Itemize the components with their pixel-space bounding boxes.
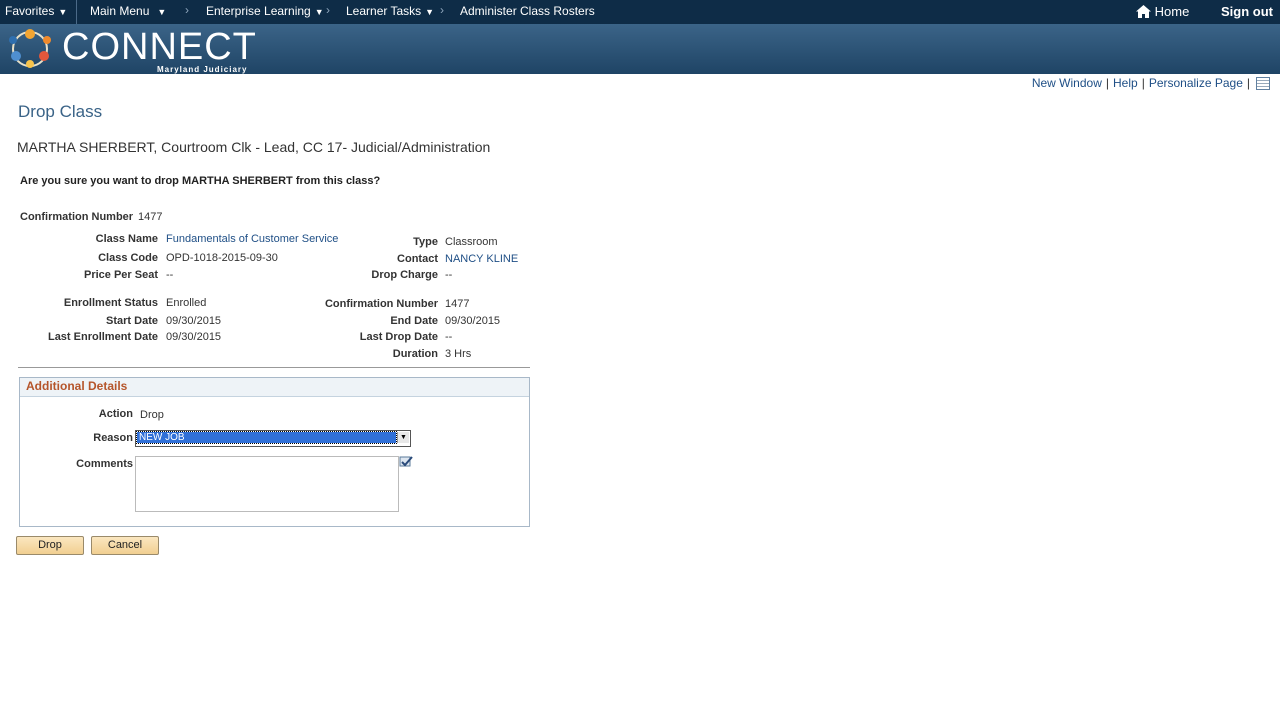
drop-charge-label: Drop Charge	[371, 269, 438, 281]
price-per-seat-value: --	[166, 269, 174, 281]
chevron-right-icon: ›	[440, 3, 444, 17]
drop-button[interactable]: Drop	[16, 536, 84, 555]
spell-check-icon[interactable]	[399, 455, 413, 469]
duration-label: Duration	[392, 348, 438, 360]
page-links: New Window | Help | Personalize Page |	[1032, 76, 1270, 91]
breadcrumb-enterprise-learning[interactable]: Enterprise Learning ▼	[206, 4, 324, 18]
new-window-link[interactable]: New Window	[1032, 76, 1102, 90]
dropdown-arrow-icon[interactable]: ▼	[397, 432, 409, 443]
main-menu[interactable]: Main Menu ▼	[90, 4, 166, 18]
comments-label: Comments	[76, 458, 133, 470]
drop-charge-value: --	[445, 269, 453, 281]
class-name-label: Class Name	[95, 233, 158, 245]
breadcrumb-administer-class-rosters[interactable]: Administer Class Rosters	[460, 4, 595, 18]
main-menu-label: Main Menu	[90, 4, 150, 18]
contact-link[interactable]: NANCY KLINE	[445, 253, 518, 265]
chevron-right-icon: ›	[326, 3, 330, 17]
start-date-label: Start Date	[106, 315, 158, 327]
class-code-value: OPD-1018-2015-09-30	[166, 252, 278, 264]
chevron-down-icon: ▼	[58, 7, 68, 17]
favorites-label: Favorites	[5, 4, 55, 18]
enrollment-status-label: Enrollment Status	[63, 297, 158, 309]
help-link[interactable]: Help	[1113, 76, 1138, 90]
link-separator: |	[1246, 76, 1250, 90]
confirmation-number-label-2: Confirmation Number	[324, 298, 438, 310]
last-drop-date-value: --	[445, 331, 453, 343]
class-name-link[interactable]: Fundamentals of Customer Service	[166, 233, 338, 245]
additional-details-heading: Additional Details	[20, 378, 529, 397]
last-enrollment-date-value: 09/30/2015	[166, 331, 222, 343]
sign-out-link[interactable]: Sign out	[1221, 4, 1273, 19]
chevron-down-icon: ▼	[425, 7, 435, 17]
action-value: Drop	[140, 409, 164, 421]
breadcrumb-learner-tasks[interactable]: Learner Tasks ▼	[346, 4, 434, 18]
last-drop-date-label: Last Drop Date	[359, 331, 438, 343]
chevron-down-icon: ▼	[314, 7, 324, 17]
contact-label: Contact	[397, 253, 438, 265]
connect-logo-icon	[9, 29, 51, 68]
end-date-value: 09/30/2015	[445, 315, 501, 327]
reason-selected-value: NEW JOB	[136, 431, 397, 444]
end-date-label: End Date	[390, 315, 438, 327]
personalize-page-link[interactable]: Personalize Page	[1149, 76, 1243, 90]
class-code-label: Class Code	[98, 252, 158, 264]
home-icon	[1136, 5, 1151, 18]
confirmation-number-value: 1477	[138, 211, 163, 223]
comments-textarea[interactable]	[135, 456, 399, 512]
type-label: Type	[413, 236, 438, 248]
top-nav-bar: Favorites ▼ Main Menu ▼ › Enterprise Learn…	[0, 0, 1280, 24]
learner-name: MARTHA SHERBERT, Courtroom Clk - Lead, C…	[17, 139, 491, 155]
home-link[interactable]: Home	[1136, 4, 1189, 19]
breadcrumb-label: Enterprise Learning	[206, 4, 311, 18]
chevron-right-icon: ›	[185, 3, 189, 17]
last-enrollment-date-label: Last Enrollment Date	[47, 331, 158, 343]
confirmation-number-value-2: 1477	[445, 298, 470, 310]
chevron-down-icon: ▼	[157, 7, 167, 17]
brand-banner: CONNECT Maryland Judiciary	[0, 24, 1280, 74]
page-title: Drop Class	[18, 102, 103, 121]
link-separator: |	[1105, 76, 1109, 90]
grid-icon[interactable]	[1256, 77, 1270, 91]
confirmation-number-label: Confirmation Number	[20, 211, 134, 223]
confirm-question: Are you sure you want to drop MARTHA SHE…	[20, 175, 381, 187]
reason-label: Reason	[93, 432, 133, 444]
nav-divider	[76, 0, 77, 24]
start-date-value: 09/30/2015	[166, 315, 222, 327]
breadcrumb-label: Learner Tasks	[346, 4, 422, 18]
type-value: Classroom	[445, 236, 498, 248]
brand-tagline: Maryland Judiciary	[157, 65, 248, 74]
duration-value: 3 Hrs	[445, 348, 472, 360]
home-label: Home	[1154, 4, 1190, 19]
enrollment-status-value: Enrolled	[166, 297, 207, 309]
action-label: Action	[98, 408, 133, 420]
section-divider	[18, 367, 530, 368]
cancel-button[interactable]: Cancel	[91, 536, 159, 555]
price-per-seat-label: Price Per Seat	[84, 269, 158, 281]
brand-name: CONNECT	[62, 26, 257, 68]
reason-select[interactable]: NEW JOB ▼	[135, 430, 411, 447]
favorites-menu[interactable]: Favorites ▼	[5, 4, 67, 18]
link-separator: |	[1141, 76, 1145, 90]
